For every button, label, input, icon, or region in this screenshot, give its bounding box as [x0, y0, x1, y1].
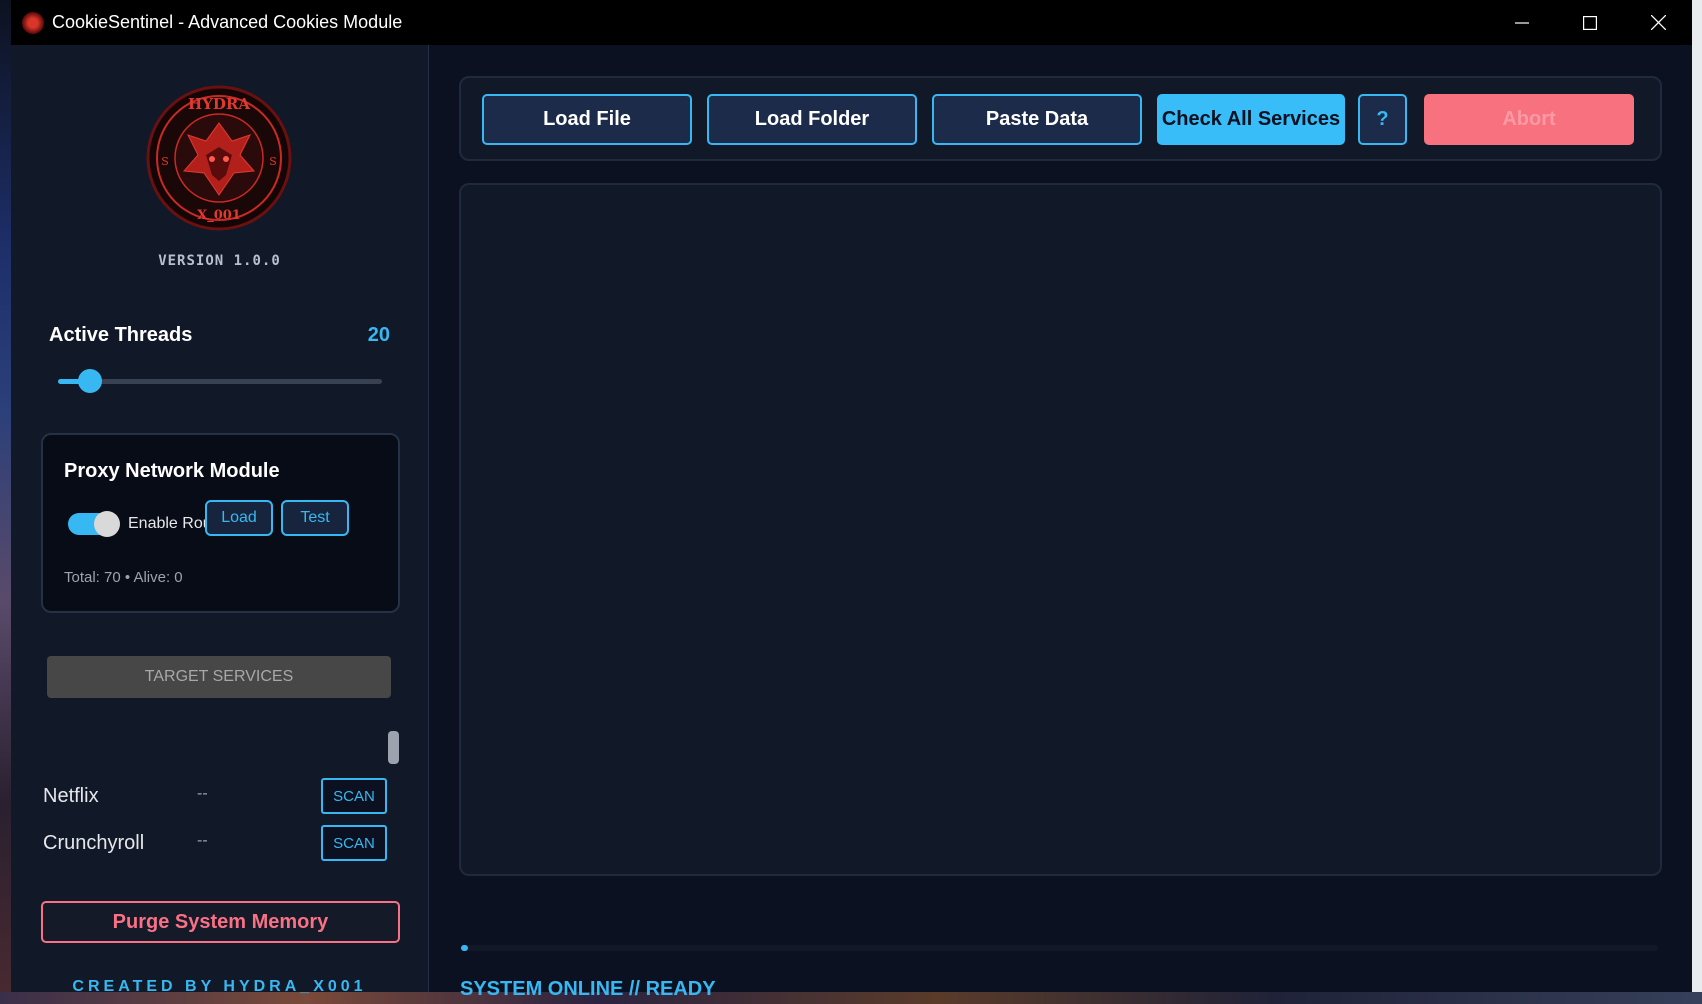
proxy-title: Proxy Network Module	[64, 460, 280, 482]
proxy-card: Proxy Network Module Enable Route Load T…	[41, 433, 400, 613]
close-button[interactable]	[1624, 0, 1692, 45]
minimize-icon	[1515, 21, 1529, 24]
scan-crunchyroll-button[interactable]: SCAN	[321, 825, 387, 861]
threads-value: 20	[367, 324, 390, 346]
target-services-header: TARGET SERVICES	[47, 656, 391, 698]
load-file-button[interactable]: Load File	[482, 94, 692, 145]
progress-bar-fill	[461, 945, 468, 951]
enable-route-toggle[interactable]	[68, 511, 120, 537]
maximize-icon	[1583, 15, 1597, 30]
version-label: VERSION 1.0.0	[158, 253, 281, 269]
scan-netflix-button[interactable]: SCAN	[321, 778, 387, 814]
threads-slider-thumb[interactable]	[78, 369, 102, 393]
minimize-button[interactable]	[1488, 0, 1556, 45]
threads-label: Active Threads	[49, 324, 193, 346]
abort-button[interactable]: Abort	[1424, 94, 1634, 145]
service-status: --	[197, 832, 208, 849]
hydra-logo: HYDRA X_001 S S	[146, 85, 292, 231]
close-icon	[1650, 15, 1666, 30]
threads-slider[interactable]	[58, 369, 382, 393]
service-status: --	[197, 785, 208, 802]
help-button[interactable]: ?	[1358, 94, 1407, 145]
sidebar: HYDRA X_001 S S VERSION 1.0.0 Active Thr…	[11, 45, 429, 995]
check-all-services-button[interactable]: Check All Services	[1157, 94, 1345, 145]
svg-text:HYDRA: HYDRA	[188, 95, 250, 113]
service-row-crunchyroll: Crunchyroll -- SCAN	[43, 825, 387, 861]
purge-memory-button[interactable]: Purge System Memory	[41, 901, 400, 943]
desktop-background-right	[1692, 0, 1702, 1004]
toolbar: Load File Load Folder Paste Data Check A…	[459, 76, 1662, 161]
title-bar[interactable]: CookieSentinel - Advanced Cookies Module	[11, 0, 1692, 45]
service-name: Netflix	[43, 785, 99, 807]
results-log-panel[interactable]	[459, 183, 1662, 876]
progress-bar	[461, 945, 1658, 951]
svg-text:S: S	[269, 155, 277, 168]
maximize-button[interactable]	[1556, 0, 1624, 45]
proxy-stats: Total: 70 • Alive: 0	[64, 569, 183, 586]
window-title: CookieSentinel - Advanced Cookies Module	[52, 12, 403, 32]
window-controls	[1488, 0, 1692, 45]
service-row-netflix: Netflix -- SCAN	[43, 778, 387, 814]
app-window: CookieSentinel - Advanced Cookies Module…	[11, 0, 1692, 1000]
svg-text:S: S	[161, 155, 169, 168]
main-panel: Load File Load Folder Paste Data Check A…	[429, 45, 1692, 1000]
status-text: SYSTEM ONLINE // READY	[460, 978, 716, 1000]
svg-text:X_001: X_001	[197, 208, 241, 223]
paste-data-button[interactable]: Paste Data	[932, 94, 1142, 145]
load-folder-button[interactable]: Load Folder	[707, 94, 917, 145]
app-icon	[22, 11, 44, 34]
service-name: Crunchyroll	[43, 832, 145, 854]
proxy-load-button[interactable]: Load	[205, 500, 273, 536]
services-scrollbar[interactable]	[388, 731, 399, 764]
credit-label: CREATED BY HYDRA_X001	[72, 978, 367, 995]
desktop-background-left	[0, 0, 11, 1004]
toggle-knob	[94, 511, 120, 537]
proxy-test-button[interactable]: Test	[281, 500, 349, 536]
